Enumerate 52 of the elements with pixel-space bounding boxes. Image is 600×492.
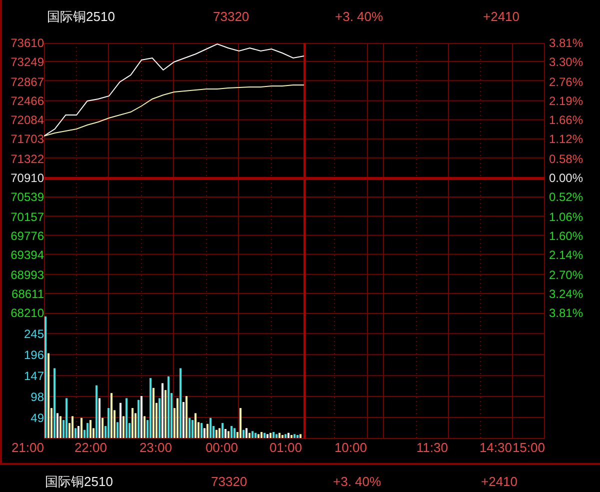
time-axis-label: 01:00 [269,439,302,457]
percent-axis-label: 1.12% [549,131,584,148]
percent-axis-label: 3.81% [549,305,584,322]
price-axis-label: 70539 [10,189,44,206]
time-axis-label: 21:00 [11,439,44,457]
percent-axis-label: 3.30% [549,54,584,72]
change-percent: +3. 40% [335,8,384,26]
price-axis-label: 68993 [10,266,44,284]
percent-axis-label: 2.76% [549,74,584,91]
percent-axis-label: 2.19% [549,92,584,110]
price-axis-label: 73249 [10,54,44,72]
volume-axis-label: 196 [24,346,44,364]
time-axis-label: 14:30 [479,439,512,457]
time-axis-label: 11:30 [416,439,448,457]
percent-axis-label: 1.06% [549,208,584,226]
price-axis-label: 70157 [10,208,44,226]
percent-axis-label: 0.52% [549,189,584,206]
percent-axis-label: 1.66% [549,112,584,130]
time-axis-label: 23:00 [139,439,172,457]
percent-axis-label: 3.81% [549,35,584,52]
time-axis-label: 10:00 [334,439,367,457]
percent-axis-label: 1.60% [549,228,584,245]
price-axis-label: 69776 [10,228,44,245]
price-axis-label: 68210 [10,305,44,322]
contract-name: 国际铜2510 [45,473,114,492]
price-axis-label: 70910 [10,170,44,188]
price-axis-label: 71322 [10,150,44,168]
time-axis-label: 00:00 [205,439,238,457]
contract-name: 国际铜2510 [47,8,116,26]
last-price: 73320 [213,8,250,26]
price-axis-label: 73610 [10,35,44,52]
volume-axis-label: 245 [24,326,44,342]
price-axis-label: 72867 [10,74,44,91]
price-axis-label: 71703 [10,131,44,148]
time-axis-label: 22:00 [74,439,107,457]
change-value: +2410 [483,8,520,26]
price-axis-label: 72466 [10,92,44,110]
change-value: +2410 [481,473,518,492]
price-axis-label: 69394 [10,247,44,264]
price-axis-label: 72084 [10,112,44,130]
percent-axis-label: 2.14% [549,247,584,264]
percent-axis-label: 3.24% [549,286,584,303]
percent-axis-label: 0.58% [549,150,584,168]
volume-axis-label: 98 [30,388,44,406]
last-price: 73320 [211,473,248,492]
time-axis-label: 15:00 [512,439,545,457]
percent-axis-label: 2.70% [549,266,584,284]
volume-axis-label: 147 [24,368,44,384]
percent-axis-label: 0.00% [549,170,584,188]
price-axis-label: 68611 [12,286,44,303]
change-percent: +3. 40% [333,473,382,492]
volume-axis-label: 49 [30,410,44,426]
